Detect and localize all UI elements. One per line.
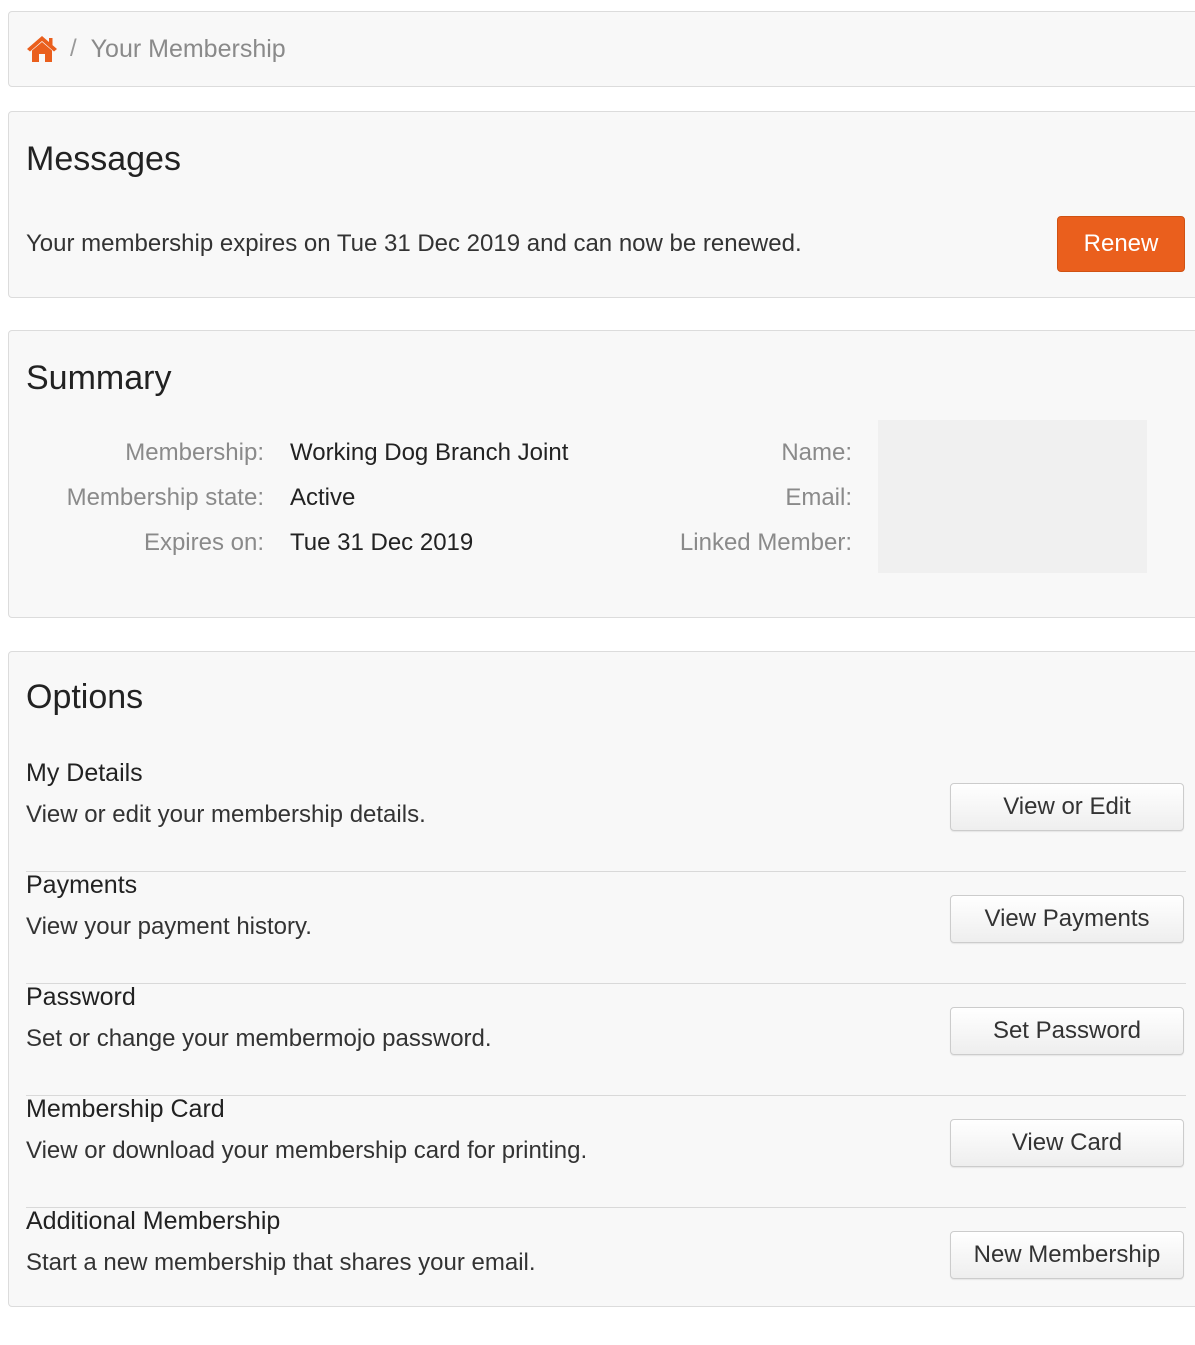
option-password: Password Set or change your membermojo p… xyxy=(26,983,1186,1096)
option-description: Start a new membership that shares your … xyxy=(26,1249,536,1276)
name-label: Name: xyxy=(781,439,852,466)
option-additional-membership: Additional Membership Start a new member… xyxy=(26,1207,1186,1319)
options-title: Options xyxy=(26,678,144,716)
linked-member-label: Linked Member: xyxy=(679,529,852,556)
option-title: Additional Membership xyxy=(26,1207,281,1235)
membership-state-value: Active xyxy=(290,484,356,511)
option-description: View or edit your membership details. xyxy=(26,801,426,828)
new-membership-button[interactable]: New Membership xyxy=(950,1231,1184,1279)
expires-label: Expires on: xyxy=(143,529,264,556)
membership-label: Membership: xyxy=(125,439,264,466)
renewal-message: Your membership expires on Tue 31 Dec 20… xyxy=(26,230,802,257)
option-description: View or download your membership card fo… xyxy=(26,1137,588,1164)
home-icon[interactable] xyxy=(26,34,58,64)
option-title: Membership Card xyxy=(26,1095,225,1123)
renew-button[interactable]: Renew xyxy=(1057,216,1185,272)
summary-panel: Summary Membership: Working Dog Branch J… xyxy=(8,330,1195,618)
messages-panel: Messages Your membership expires on Tue … xyxy=(8,111,1195,298)
expires-value: Tue 31 Dec 2019 xyxy=(290,529,474,556)
breadcrumb-current: Your Membership xyxy=(90,34,286,63)
summary-title: Summary xyxy=(26,359,172,397)
breadcrumb-separator: / xyxy=(70,35,77,62)
option-description: View your payment history. xyxy=(26,913,312,940)
redacted-personal-info xyxy=(878,420,1147,573)
email-label: Email: xyxy=(785,484,852,511)
option-title: My Details xyxy=(26,759,143,787)
view-or-edit-button[interactable]: View or Edit xyxy=(950,783,1184,831)
option-payments: Payments View your payment history. View… xyxy=(26,871,1186,984)
set-password-button[interactable]: Set Password xyxy=(950,1007,1184,1055)
option-title: Password xyxy=(26,983,136,1011)
view-card-button[interactable]: View Card xyxy=(950,1119,1184,1167)
membership-value: Working Dog Branch Joint xyxy=(290,439,569,466)
options-panel: Options My Details View or edit your mem… xyxy=(8,651,1195,1307)
breadcrumb: / Your Membership xyxy=(8,11,1195,87)
option-description: Set or change your membermojo password. xyxy=(26,1025,492,1052)
messages-title: Messages xyxy=(26,140,181,178)
view-payments-button[interactable]: View Payments xyxy=(950,895,1184,943)
membership-state-label: Membership state: xyxy=(66,484,264,511)
option-my-details: My Details View or edit your membership … xyxy=(26,759,1186,872)
option-membership-card: Membership Card View or download your me… xyxy=(26,1095,1186,1208)
option-title: Payments xyxy=(26,871,138,899)
